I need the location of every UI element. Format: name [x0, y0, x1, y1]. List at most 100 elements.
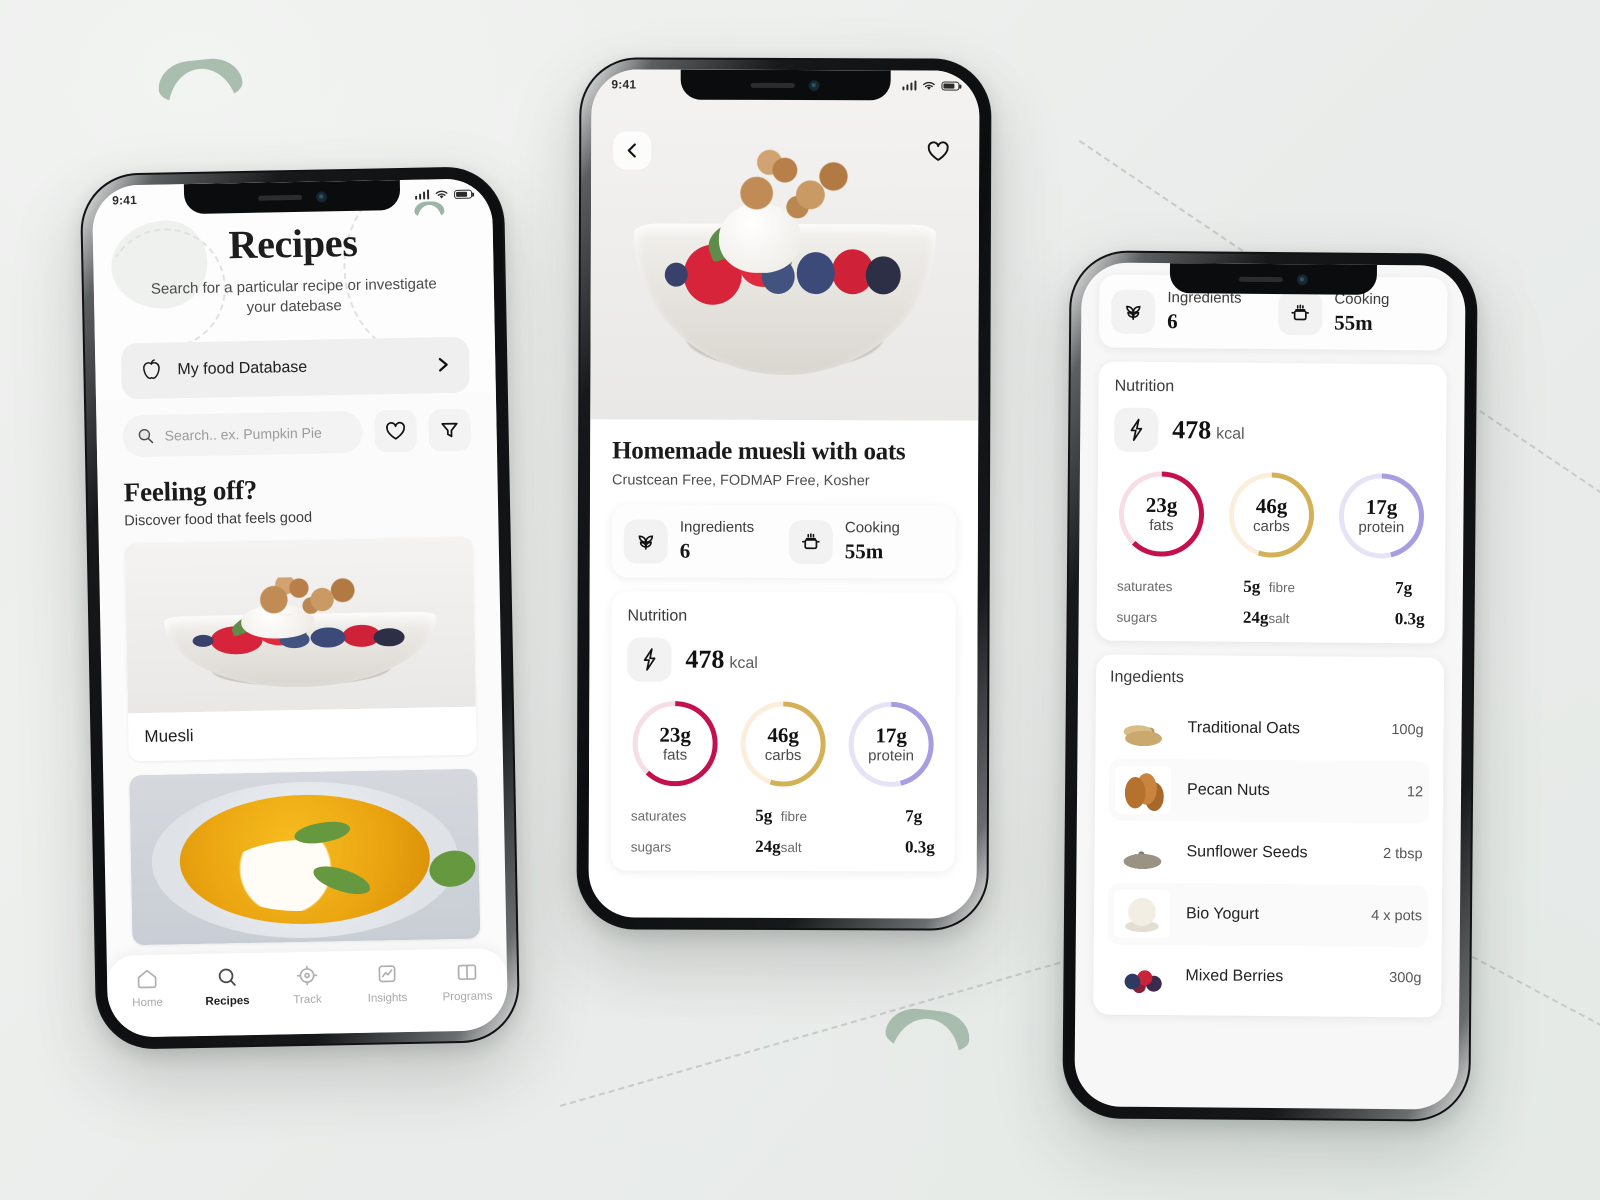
phone3-content: Ingredients 6 Cooking 55m Nutrition 478 …	[1075, 274, 1465, 1018]
nutrition-heading: Nutrition	[627, 607, 688, 625]
filter-button[interactable]	[428, 408, 472, 451]
detail-value: 7g	[905, 806, 923, 826]
detail-label: fibre	[1268, 579, 1296, 596]
stat-text: Cooking 55m	[1334, 291, 1389, 336]
muesli-bowl-photo	[124, 536, 476, 713]
pot-icon	[788, 519, 833, 564]
tab-home[interactable]: Home	[114, 966, 181, 1009]
recipe-card[interactable]: Muesli	[124, 536, 477, 761]
ingredient-row[interactable]: Mixed Berries 300g	[1107, 945, 1428, 1010]
ingredient-quantity: 100g	[1391, 722, 1424, 739]
phone1-screen: 9:41 Recipes Search for a particular rec…	[91, 178, 509, 1038]
sprout-icon	[623, 518, 668, 564]
recipe-tags: Crustcean Free, FODMAP Free, Kosher	[612, 472, 870, 490]
tab-track[interactable]: Track	[274, 963, 341, 1006]
calories-row: 478 kcal	[627, 637, 939, 682]
tab-programs[interactable]: Programs	[434, 960, 501, 1003]
my-food-database-button[interactable]: My food Database	[120, 336, 470, 399]
heart-icon	[927, 141, 949, 161]
phone-notch	[183, 180, 401, 215]
pot-icon	[1278, 290, 1323, 335]
phone2-screen: 9:41 Homemade muesli with oats Crustcean…	[588, 69, 980, 919]
tab-label: Programs	[442, 990, 493, 1004]
ingredient-row[interactable]: Sunflower Seeds 2 tbsp	[1108, 821, 1429, 886]
detail-value: 0.3g	[904, 837, 935, 857]
blueberry-shape	[664, 262, 688, 287]
detail-label: sugars	[630, 839, 672, 855]
recipe-title: Homemade muesli with oats	[612, 437, 906, 466]
battery-icon	[941, 81, 960, 91]
ingredient-quantity: 300g	[1389, 970, 1422, 987]
front-camera-icon	[808, 79, 820, 91]
recipe-card[interactable]	[129, 768, 481, 945]
ingredient-name: Mixed Berries	[1185, 967, 1284, 986]
blueberry-shape	[796, 252, 836, 295]
pumpkin-soup-photo	[129, 768, 481, 945]
favorites-filter-button[interactable]	[374, 409, 418, 453]
tab-label: Track	[293, 993, 322, 1007]
detail-value: 24g	[1242, 607, 1269, 627]
macro-value: 17g	[875, 723, 907, 748]
stat-text: Ingredients 6	[1167, 289, 1242, 335]
search-placeholder: Search.. ex. Pumpkin Pie	[164, 424, 322, 444]
stat-ingredients: Ingredients 6	[1111, 289, 1268, 335]
muesli-bowl-photo	[590, 69, 980, 421]
nutrition-details-grid: saturates 5g fibre 7g sugars 24g salt 0.…	[1113, 576, 1429, 630]
page-title: Recipes	[228, 219, 358, 268]
calories-value: 478	[1172, 415, 1212, 445]
stat-value: 6	[679, 538, 691, 563]
macro-ring-protein: 17g protein	[845, 698, 937, 790]
ingredient-name: Pecan Nuts	[1187, 781, 1270, 800]
hero-overlay-controls	[591, 131, 979, 170]
tab-recipes[interactable]: Recipes	[194, 965, 261, 1008]
detail-label: sugars	[1116, 609, 1158, 626]
status-time: 9:41	[611, 77, 637, 92]
tab-label: Home	[132, 996, 164, 1010]
recipe-detail-body: Homemade muesli with oats Crustcean Free…	[588, 419, 979, 872]
status-indicators	[901, 80, 960, 91]
macro-ring-fats: 23g fats	[1115, 468, 1208, 561]
ingredient-row[interactable]: Traditional Oats 100g	[1109, 697, 1430, 762]
calories-text: 478 kcal	[1172, 415, 1245, 446]
search-input[interactable]: Search.. ex. Pumpkin Pie	[122, 410, 364, 457]
phone-mockup-recipes-list: 9:41 Recipes Search for a particular rec…	[79, 166, 521, 1050]
tab-insights[interactable]: Insights	[354, 962, 421, 1005]
detail-value: 5g	[755, 805, 773, 825]
ingredient-name: Sunflower Seeds	[1186, 843, 1308, 862]
macro-ring-carbs-content: 46g carbs	[1225, 469, 1318, 562]
macro-label: carbs	[764, 746, 802, 765]
phone3-screen: Ingredients 6 Cooking 55m Nutrition 478 …	[1074, 262, 1466, 1110]
search-icon	[138, 428, 154, 443]
nutrition-heading: Nutrition	[1114, 377, 1175, 396]
book-icon	[457, 964, 477, 981]
chart-icon	[378, 965, 396, 983]
earpiece-speaker	[750, 82, 795, 88]
ingredient-row[interactable]: Bio Yogurt 4 x pots	[1107, 882, 1429, 948]
recipe-card-title: Muesli	[127, 706, 477, 761]
page-subtitle: Search for a particular recipe or invest…	[150, 275, 437, 317]
sprout-icon	[1111, 289, 1156, 334]
favorite-button[interactable]	[919, 132, 957, 170]
stat-text: Cooking 55m	[845, 519, 900, 564]
status-time: 9:41	[112, 193, 138, 208]
recipe-card-list: Muesli	[98, 522, 506, 946]
macro-label: fats	[662, 746, 688, 764]
detail-label: salt	[1268, 610, 1290, 627]
macro-value: 23g	[659, 722, 691, 747]
ingredient-name: Bio Yogurt	[1185, 905, 1260, 923]
macro-label: carbs	[1252, 517, 1290, 536]
phone-notch	[680, 69, 891, 101]
section-title: Feeling off?	[123, 474, 258, 507]
stat-label: Ingredients	[679, 518, 755, 536]
apple-icon	[143, 358, 160, 379]
ingredient-row[interactable]: Pecan Nuts 12	[1108, 758, 1430, 824]
nutrition-card: Nutrition 478 kcal 23g fats 46g carbs 17…	[1096, 361, 1447, 644]
feeling-off-section-header: Feeling off? Discover food that feels go…	[97, 460, 498, 530]
back-button[interactable]	[613, 131, 652, 170]
oats-thumb	[1115, 703, 1172, 753]
status-indicators	[414, 188, 473, 200]
earpiece-speaker	[257, 194, 302, 201]
calories-row: 478 kcal	[1114, 407, 1430, 455]
macro-value: 46g	[767, 722, 799, 748]
ingredients-heading: Ingedients	[1109, 668, 1184, 687]
